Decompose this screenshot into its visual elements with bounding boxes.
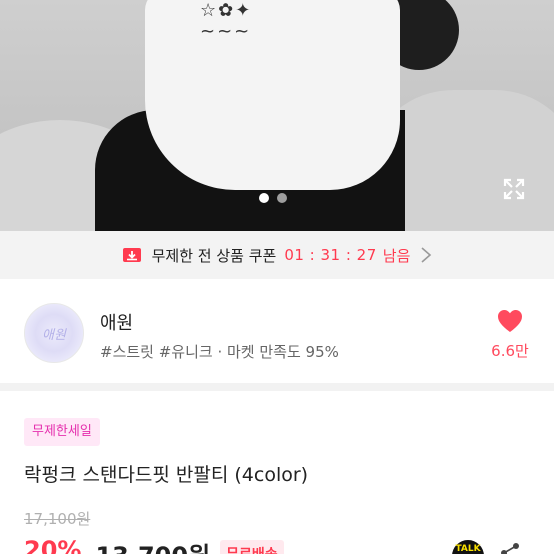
price-row: 20% 13,700원 무료배송 (24, 536, 284, 554)
section-divider (0, 383, 554, 391)
seller-avatar[interactable]: 애원 (24, 303, 84, 363)
seller-name[interactable]: 애원 (100, 309, 133, 335)
like-count: 6.6만 (491, 342, 529, 360)
talk-chat-button[interactable]: TALK (452, 540, 484, 554)
product-image[interactable]: ☆✿✦ ~~~ (0, 0, 554, 231)
free-shipping-badge: 무료배송 (220, 540, 284, 554)
sale-price: 13,700원 (95, 536, 210, 554)
product-title: 락펑크 스탠다드핏 반팔티 (4color) (24, 464, 309, 486)
carousel-dot[interactable] (277, 193, 287, 203)
sale-badge: 무제한세일 (24, 418, 100, 446)
avatar-logo-text: 애원 (42, 327, 66, 343)
original-price: 17,100원 (24, 510, 91, 528)
coupon-icon (122, 248, 141, 262)
carousel-dot-active[interactable] (259, 193, 269, 203)
share-icon[interactable] (499, 542, 521, 554)
heart-icon[interactable] (497, 309, 523, 333)
discount-rate: 20% (24, 536, 82, 554)
chevron-right-icon (421, 247, 432, 263)
coupon-bar[interactable]: 무제한 전 상품 쿠폰 01 : 31 : 27 남음 (0, 231, 554, 279)
seller-info[interactable]: 애원 애원 #스트릿 #유니크 · 마켓 만족도 95% 6.6만 (0, 279, 554, 379)
shirt-print-graphic: ☆✿✦ ~~~ (200, 0, 253, 42)
carousel-indicator (259, 193, 287, 203)
expand-icon[interactable] (502, 177, 526, 201)
coupon-timer: 01 : 31 : 27 (284, 246, 377, 264)
coupon-label: 무제한 전 상품 쿠폰 (151, 246, 277, 265)
seller-tags: #스트릿 #유니크 · 마켓 만족도 95% (100, 343, 339, 361)
coupon-remaining-label: 남음 (382, 246, 411, 265)
